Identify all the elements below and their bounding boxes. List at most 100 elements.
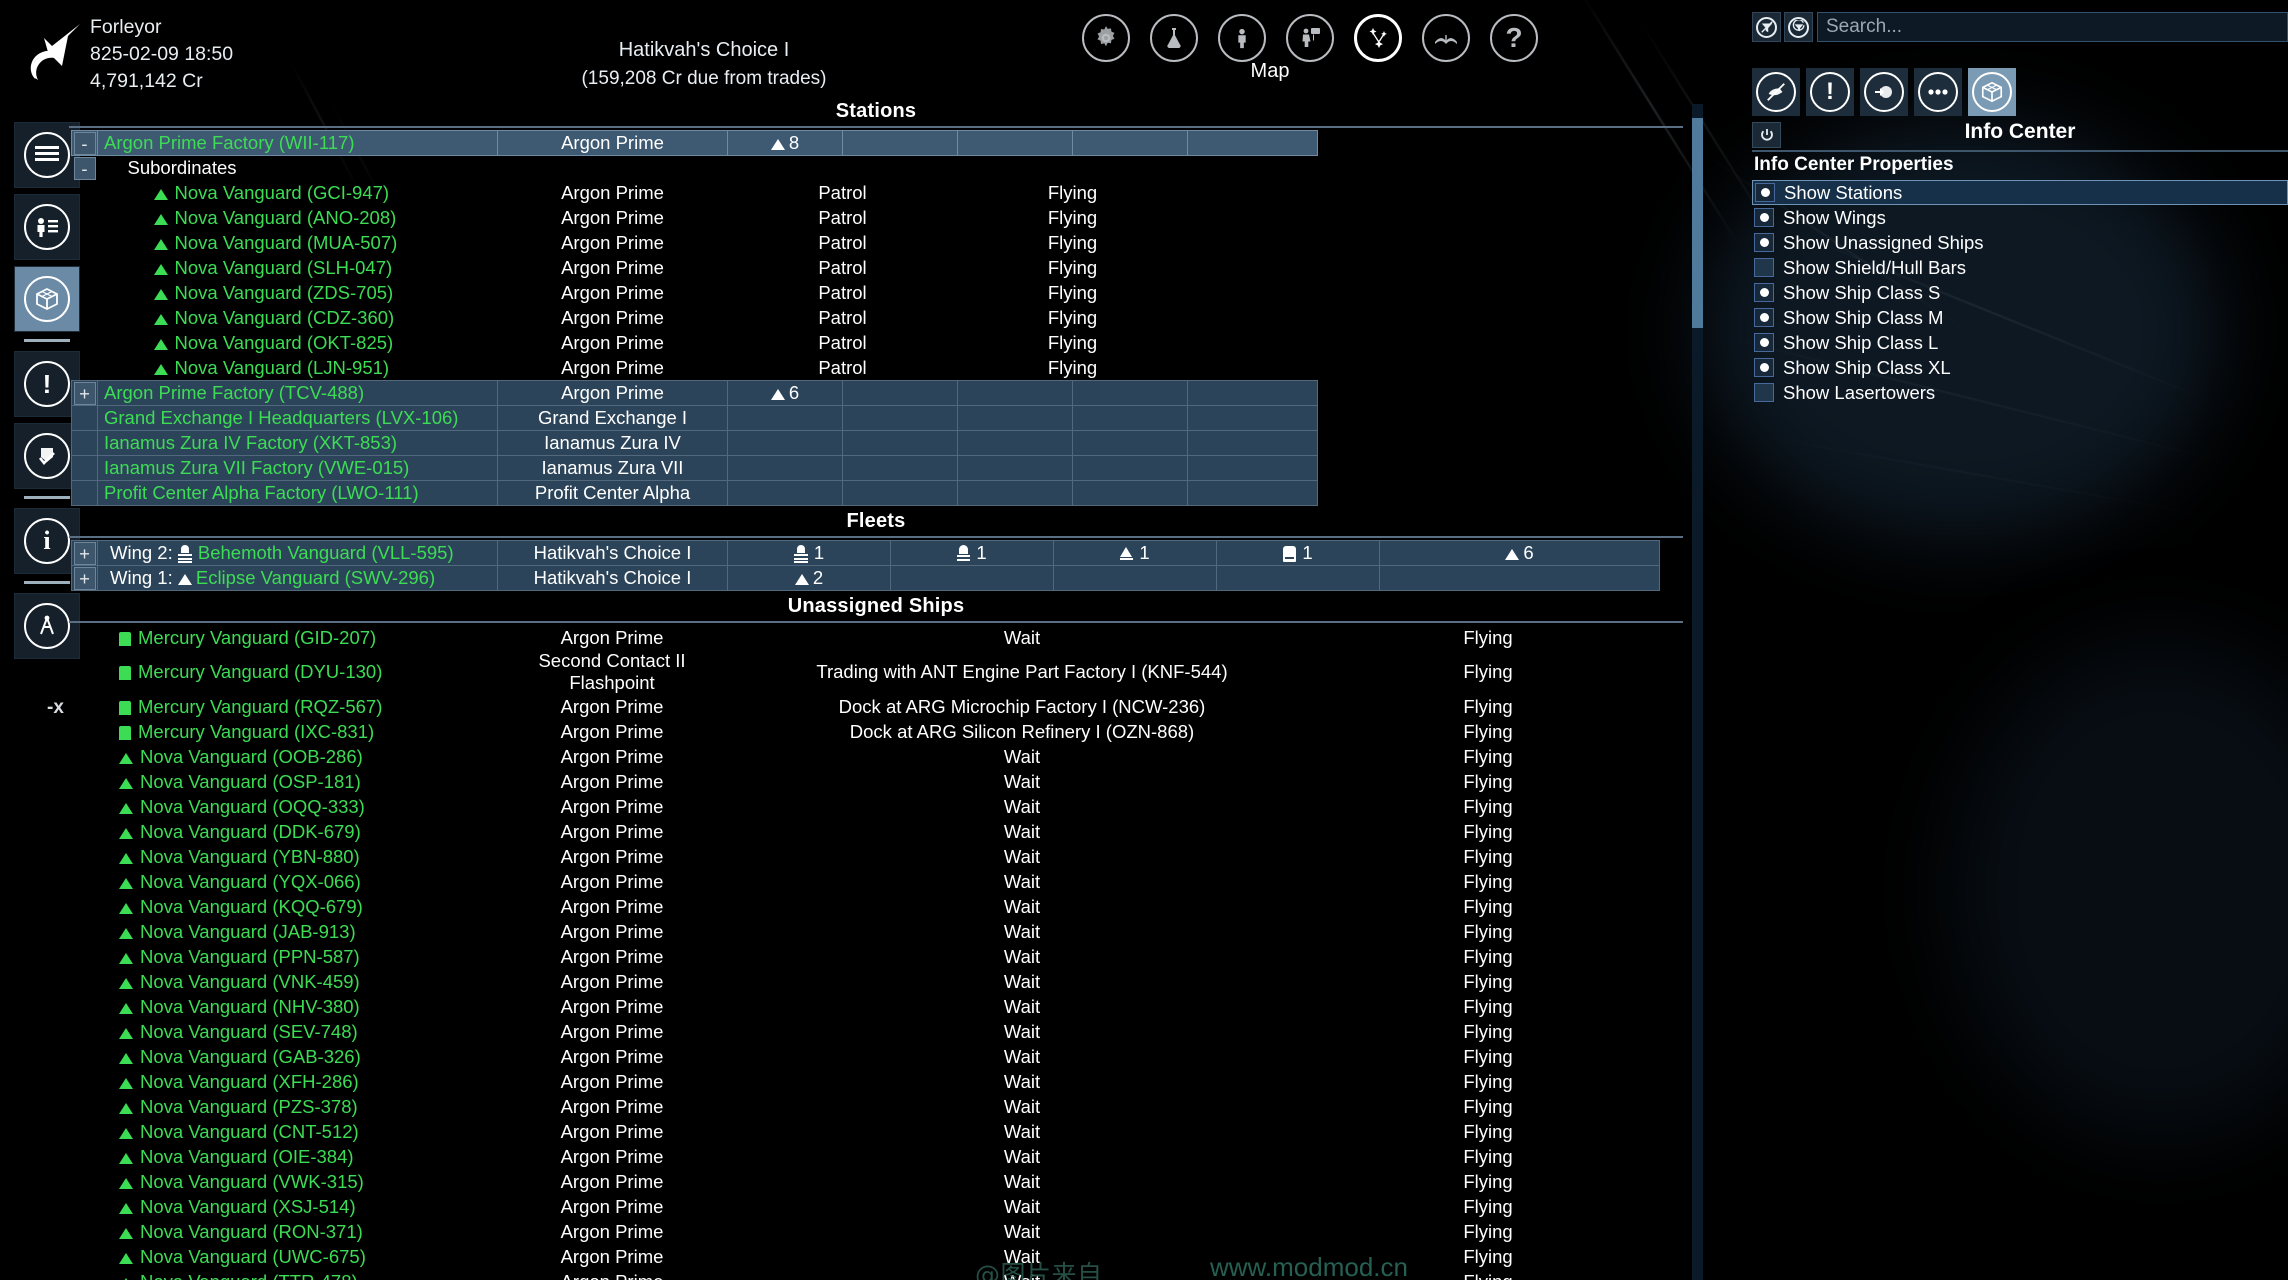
crew-icon[interactable] xyxy=(1286,14,1334,62)
fleets-table[interactable]: + Wing 2: Behemoth Vanguard (VLL-595) Hati… xyxy=(71,540,1660,591)
ship-name[interactable]: Nova Vanguard (ANO-208) xyxy=(98,206,498,231)
no-entry-filter-button[interactable] xyxy=(1752,68,1800,116)
fleet-row[interactable]: + Wing 2: Behemoth Vanguard (VLL-595) Hati… xyxy=(71,540,1660,566)
option-checkbox[interactable] xyxy=(1755,183,1775,202)
info-option-row[interactable]: Show Ship Class XL xyxy=(1752,355,2288,380)
book-icon[interactable] xyxy=(1422,14,1470,62)
ship-name[interactable]: Nova Vanguard (GCI-947) xyxy=(98,181,498,206)
fleet-name[interactable]: Wing 2: Behemoth Vanguard (VLL-595) xyxy=(97,540,498,566)
list-item[interactable]: Nova Vanguard (XSJ-514) Argon Prime Wait Fl… xyxy=(71,1194,1659,1219)
toggle-cell[interactable]: + xyxy=(71,540,98,566)
ship-name[interactable]: Nova Vanguard (ZDS-705) xyxy=(98,281,498,306)
toggle-cell[interactable] xyxy=(71,455,98,481)
ship-name[interactable]: Nova Vanguard (SLH-047) xyxy=(98,256,498,281)
ship-name[interactable]: Nova Vanguard (OSP-181) xyxy=(97,769,497,794)
ship-name[interactable]: Nova Vanguard (CNT-512) xyxy=(97,1119,497,1144)
info-option-row[interactable]: Show Shield/Hull Bars xyxy=(1752,255,2288,280)
station-name[interactable]: Argon Prime Factory (TCV-488) xyxy=(97,380,498,406)
list-item[interactable]: Nova Vanguard (UWC-675) Argon Prime Wait Fl… xyxy=(71,1244,1659,1269)
table-row[interactable]: Nova Vanguard (LJN-951) Argon Prime Patrol… xyxy=(72,356,1660,381)
toggle-cell[interactable] xyxy=(71,405,98,431)
list-item[interactable]: Nova Vanguard (KQQ-679) Argon Prime Wait Fl… xyxy=(71,894,1659,919)
option-checkbox[interactable] xyxy=(1754,258,1774,277)
list-item[interactable]: Nova Vanguard (XFH-286) Argon Prime Wait Fl… xyxy=(71,1069,1659,1094)
more-options-filter-button[interactable] xyxy=(1914,68,1962,116)
list-item[interactable]: Nova Vanguard (OSP-181) Argon Prime Wait Fl… xyxy=(71,769,1659,794)
option-checkbox[interactable] xyxy=(1754,333,1774,352)
collapse-toggle[interactable]: -x xyxy=(47,697,64,719)
gear-icon[interactable] xyxy=(1082,14,1130,62)
ship-name[interactable]: Nova Vanguard (OOB-286) xyxy=(97,744,497,769)
info-option-row[interactable]: Show Wings xyxy=(1752,205,2288,230)
ship-name[interactable]: Nova Vanguard (MUA-507) xyxy=(98,231,498,256)
info-option-row[interactable]: Show Stations xyxy=(1752,180,2288,205)
table-row[interactable]: Nova Vanguard (ANO-208) Argon Prime Patrol… xyxy=(72,206,1660,231)
search-input[interactable]: Search... xyxy=(1817,12,2288,42)
station-name[interactable]: Ianamus Zura VII Factory (VWE-015) xyxy=(97,455,498,481)
no-filter-icon[interactable] xyxy=(1752,12,1781,42)
table-row[interactable]: Nova Vanguard (MUA-507) Argon Prime Patrol… xyxy=(72,231,1660,256)
ship-name[interactable]: Nova Vanguard (OQQ-333) xyxy=(97,794,497,819)
list-item[interactable]: Nova Vanguard (PZS-378) Argon Prime Wait Fl… xyxy=(71,1094,1659,1119)
search-row[interactable]: Search... xyxy=(1752,12,2288,42)
table-row[interactable]: Nova Vanguard (SLH-047) Argon Prime Patrol… xyxy=(72,256,1660,281)
reset-filter-icon[interactable] xyxy=(1784,12,1813,42)
toggle-cell[interactable]: - xyxy=(72,156,98,181)
person-icon[interactable] xyxy=(1218,14,1266,62)
table-row[interactable]: - Subordinates xyxy=(72,156,1660,181)
alert-filter-button[interactable]: ! xyxy=(1806,68,1854,116)
row-toggle[interactable]: + xyxy=(73,381,96,405)
list-item[interactable]: Nova Vanguard (OOB-286) Argon Prime Wait Fl… xyxy=(71,744,1659,769)
ship-name[interactable]: Nova Vanguard (NHV-380) xyxy=(97,994,497,1019)
target-filter-button[interactable] xyxy=(1860,68,1908,116)
list-item[interactable]: Nova Vanguard (CNT-512) Argon Prime Wait Fl… xyxy=(71,1119,1659,1144)
toggle-cell[interactable]: + xyxy=(71,565,98,591)
toggle-cell[interactable] xyxy=(71,480,98,506)
ship-name[interactable]: Nova Vanguard (RON-371) xyxy=(97,1219,497,1244)
list-item[interactable]: Nova Vanguard (RON-371) Argon Prime Wait Fl… xyxy=(71,1219,1659,1244)
ship-name[interactable]: Nova Vanguard (JAB-913) xyxy=(97,919,497,944)
option-checkbox[interactable] xyxy=(1754,283,1774,302)
ship-name[interactable]: Nova Vanguard (VWK-315) xyxy=(97,1169,497,1194)
scrollbar-thumb[interactable] xyxy=(1692,118,1703,328)
table-row[interactable]: Grand Exchange I Headquarters (LVX-106) G… xyxy=(71,405,1660,431)
ship-name[interactable]: Nova Vanguard (KQQ-679) xyxy=(97,894,497,919)
list-item[interactable]: Nova Vanguard (YQX-066) Argon Prime Wait Fl… xyxy=(71,869,1659,894)
ship-name[interactable]: Nova Vanguard (YBN-880) xyxy=(97,844,497,869)
station-name[interactable]: Profit Center Alpha Factory (LWO-111) xyxy=(97,480,498,506)
info-option-row[interactable]: Show Ship Class L xyxy=(1752,330,2288,355)
list-item[interactable]: Nova Vanguard (VNK-459) Argon Prime Wait Fl… xyxy=(71,969,1659,994)
table-row[interactable]: Nova Vanguard (ZDS-705) Argon Prime Patrol… xyxy=(72,281,1660,306)
station-name[interactable]: Ianamus Zura IV Factory (XKT-853) xyxy=(97,430,498,456)
list-item[interactable]: Nova Vanguard (SEV-748) Argon Prime Wait Fl… xyxy=(71,1019,1659,1044)
filter-buttons-row[interactable]: ! xyxy=(1752,68,2016,116)
list-item[interactable]: Nova Vanguard (YBN-880) Argon Prime Wait Fl… xyxy=(71,844,1659,869)
ship-name[interactable]: Nova Vanguard (GAB-326) xyxy=(97,1044,497,1069)
ship-name[interactable]: Nova Vanguard (YQX-066) xyxy=(97,869,497,894)
toggle-cell[interactable]: - xyxy=(71,130,98,156)
info-option-row[interactable]: Show Ship Class M xyxy=(1752,305,2288,330)
ship-name[interactable]: Mercury Vanguard (IXC-831) xyxy=(97,719,497,744)
toggle-cell[interactable] xyxy=(71,430,98,456)
list-item[interactable]: Nova Vanguard (NHV-380) Argon Prime Wait Fl… xyxy=(71,994,1659,1019)
option-checkbox[interactable] xyxy=(1754,208,1774,227)
row-toggle[interactable]: - xyxy=(73,156,96,180)
fleet-name[interactable]: Wing 1: Eclipse Vanguard (SWV-296) xyxy=(97,565,498,591)
ship-name[interactable]: Nova Vanguard (PZS-378) xyxy=(97,1094,497,1119)
main-list-scrollbar[interactable] xyxy=(1692,104,1703,1280)
table-row[interactable]: Nova Vanguard (OKT-825) Argon Prime Patrol… xyxy=(72,331,1660,356)
table-row[interactable]: Profit Center Alpha Factory (LWO-111) Pro… xyxy=(71,480,1660,506)
list-item[interactable]: Nova Vanguard (GAB-326) Argon Prime Wait Fl… xyxy=(71,1044,1659,1069)
list-item[interactable]: Nova Vanguard (JAB-913) Argon Prime Wait Fl… xyxy=(71,919,1659,944)
list-item[interactable]: Nova Vanguard (VWK-315) Argon Prime Wait Fl… xyxy=(71,1169,1659,1194)
fleet-row[interactable]: + Wing 1: Eclipse Vanguard (SWV-296) Hatik… xyxy=(71,565,1660,591)
info-center-options-list[interactable]: Show Stations Show Wings Show Unassigned S… xyxy=(1752,180,2288,405)
ship-name[interactable]: Nova Vanguard (UWC-675) xyxy=(97,1244,497,1269)
table-row[interactable]: Nova Vanguard (GCI-947) Argon Prime Patrol… xyxy=(72,181,1660,206)
list-item[interactable]: Mercury Vanguard (RQZ-567) Argon Prime Doc… xyxy=(71,694,1659,719)
list-item[interactable]: Nova Vanguard (DDK-679) Argon Prime Wait Fl… xyxy=(71,819,1659,844)
table-row[interactable]: Ianamus Zura VII Factory (VWE-015) Ianamu… xyxy=(71,455,1660,481)
help-icon[interactable]: ? xyxy=(1490,14,1538,62)
ship-name[interactable]: Nova Vanguard (XFH-286) xyxy=(97,1069,497,1094)
table-row[interactable]: + Argon Prime Factory (TCV-488) Argon Prim… xyxy=(71,380,1660,406)
